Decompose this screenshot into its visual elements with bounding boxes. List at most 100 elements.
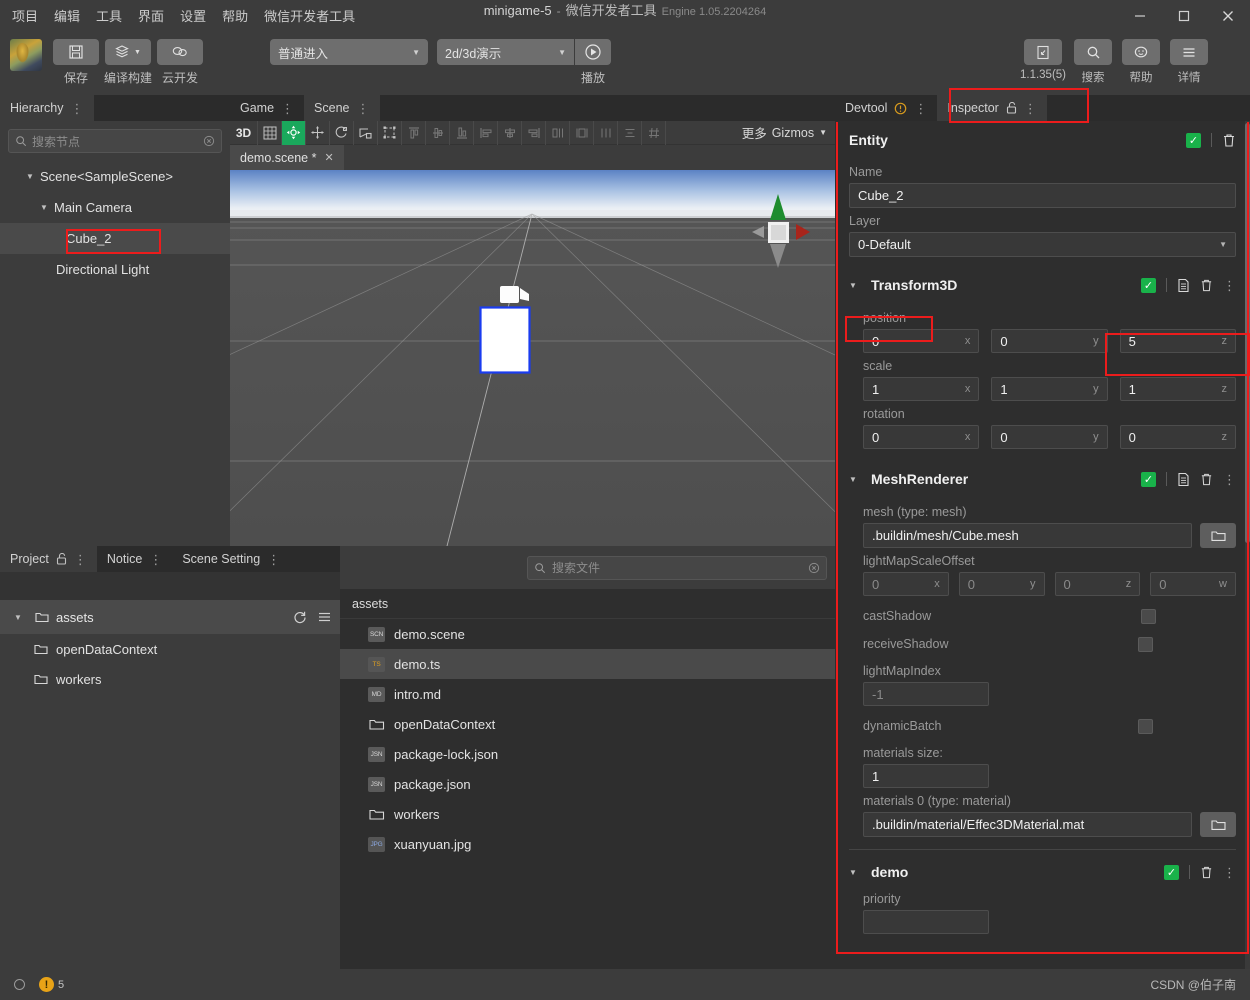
demo-enabled-checkbox[interactable]: ✓ xyxy=(1164,864,1179,880)
delete-icon[interactable] xyxy=(1200,472,1213,487)
file-row-demo-ts[interactable]: TS demo.ts xyxy=(340,649,835,679)
unlock-icon[interactable] xyxy=(56,553,67,565)
file-row-package-json[interactable]: JSN package.json xyxy=(340,769,835,799)
play-button[interactable] xyxy=(575,39,611,65)
align-left-icon[interactable] xyxy=(474,120,498,145)
grid-icon[interactable] xyxy=(258,120,282,145)
kebab-menu-icon[interactable]: ⋮ xyxy=(267,553,280,566)
inspector-body[interactable]: Entity ✓ Name Cube_2 Layer 0-Default ▼ ▼… xyxy=(835,121,1250,969)
chevron-down-icon[interactable]: ▼ xyxy=(849,281,859,290)
toggle-3d-button[interactable]: 3D xyxy=(230,120,258,145)
file-row-demo-scene[interactable]: SCN demo.scene xyxy=(340,619,835,649)
help-button[interactable] xyxy=(1122,39,1160,65)
tab-scene-setting[interactable]: Scene Setting ⋮ xyxy=(172,546,291,572)
tab-devtool[interactable]: Devtool ⋮ xyxy=(835,95,938,121)
materials-size-input[interactable]: 1 xyxy=(863,764,989,788)
file-row-opendatacontext[interactable]: openDataContext xyxy=(340,709,835,739)
chevron-down-icon[interactable]: ▼ xyxy=(849,868,859,877)
file-tab-demo-scene[interactable]: demo.scene * ✕ xyxy=(230,145,344,170)
kebab-menu-icon[interactable]: ⋮ xyxy=(1223,473,1236,486)
asset-row-workers[interactable]: workers xyxy=(0,664,340,694)
entity-layer-select[interactable]: 0-Default ▼ xyxy=(849,232,1236,257)
lightmap-z-input[interactable]: 0 z xyxy=(1054,572,1141,596)
mesh-browse-button[interactable] xyxy=(1200,523,1236,548)
scale-z-input[interactable]: 1 z xyxy=(1119,377,1236,401)
detail-button[interactable] xyxy=(1170,39,1208,65)
file-row-package-lock-json[interactable]: JSN package-lock.json xyxy=(340,739,835,769)
align-top-icon[interactable] xyxy=(402,120,426,145)
translate-icon[interactable] xyxy=(306,120,330,145)
tab-scene[interactable]: Scene ⋮ xyxy=(304,95,380,121)
copy-icon[interactable] xyxy=(1177,278,1190,293)
menu-item-interface[interactable]: 界面 xyxy=(138,6,164,25)
file-row-xuanyuan-jpg[interactable]: JPG xuanyuan.jpg xyxy=(340,829,835,859)
maximize-icon[interactable] xyxy=(1162,0,1206,31)
close-icon[interactable]: ✕ xyxy=(324,151,333,164)
menu-item-help[interactable]: 帮助 xyxy=(222,6,248,25)
preview-select[interactable]: 2d/3d演示 ▼ xyxy=(437,39,574,65)
menu-item-edit[interactable]: 编辑 xyxy=(54,6,80,25)
distribute-vertical-icon[interactable] xyxy=(618,120,642,145)
refresh-icon[interactable] xyxy=(293,610,307,624)
kebab-menu-icon[interactable]: ⋮ xyxy=(1223,279,1236,292)
file-row-workers[interactable]: workers xyxy=(340,799,835,829)
distribute-left-icon[interactable] xyxy=(546,120,570,145)
distribute-center-icon[interactable] xyxy=(570,120,594,145)
kebab-menu-icon[interactable]: ⋮ xyxy=(281,102,294,115)
menu-item-project[interactable]: 项目 xyxy=(12,6,38,25)
tree-node-directional-light[interactable]: Directional Light xyxy=(0,254,230,285)
kebab-menu-icon[interactable]: ⋮ xyxy=(1024,102,1037,115)
scale-icon[interactable] xyxy=(354,120,378,145)
menu-item-tools[interactable]: 工具 xyxy=(96,6,122,25)
receive-shadow-checkbox[interactable] xyxy=(1138,636,1154,652)
position-x-input[interactable]: 0 x xyxy=(863,329,980,353)
build-button[interactable]: ▼ xyxy=(105,39,151,65)
materials0-path-input[interactable]: .buildin/material/Effec3DMaterial.mat xyxy=(863,812,1192,837)
align-right-icon[interactable] xyxy=(522,120,546,145)
mode-select[interactable]: 普通进入 ▼ xyxy=(270,39,428,65)
asset-tree-root[interactable]: ▼ assets xyxy=(0,600,340,634)
dynamic-batch-checkbox[interactable] xyxy=(1137,718,1153,734)
cast-shadow-checkbox[interactable] xyxy=(1141,608,1157,624)
minimize-icon[interactable] xyxy=(1118,0,1162,31)
entity-name-input[interactable]: Cube_2 xyxy=(849,183,1236,208)
lightmap-w-input[interactable]: 0 w xyxy=(1150,572,1236,596)
version-button[interactable] xyxy=(1024,39,1062,65)
clear-icon[interactable] xyxy=(808,562,820,574)
tree-node-scene[interactable]: ▼ Scene<SampleScene> xyxy=(0,161,230,192)
materials0-browse-button[interactable] xyxy=(1200,812,1236,837)
rotation-y-input[interactable]: 0 y xyxy=(991,425,1108,449)
file-row-intro-md[interactable]: MD intro.md xyxy=(340,679,835,709)
copy-icon[interactable] xyxy=(1177,472,1190,487)
align-vertical-center-icon[interactable] xyxy=(426,120,450,145)
tab-game[interactable]: Game ⋮ xyxy=(230,95,305,121)
chevron-down-icon[interactable]: ▼ xyxy=(40,203,50,212)
chevron-down-icon[interactable]: ▼ xyxy=(26,172,36,181)
align-horizontal-center-icon[interactable] xyxy=(498,120,522,145)
scale-x-input[interactable]: 1 x xyxy=(863,377,980,401)
kebab-menu-icon[interactable]: ⋮ xyxy=(357,102,370,115)
kebab-menu-icon[interactable]: ⋮ xyxy=(74,553,87,566)
tab-hierarchy[interactable]: Hierarchy ⋮ xyxy=(0,95,94,121)
close-icon[interactable] xyxy=(1206,0,1250,31)
chevron-down-icon[interactable]: ▼ xyxy=(14,613,24,622)
search-button[interactable] xyxy=(1074,39,1112,65)
move-gizmo-icon[interactable] xyxy=(282,120,306,145)
align-bottom-icon[interactable] xyxy=(450,120,474,145)
hamburger-icon[interactable] xyxy=(317,610,332,624)
inspector-scrollbar-track[interactable] xyxy=(1245,121,1250,969)
distribute-horizontal-icon[interactable] xyxy=(594,120,618,145)
kebab-menu-icon[interactable]: ⋮ xyxy=(71,102,84,115)
lightmap-index-input[interactable]: -1 xyxy=(863,682,989,706)
scale-y-input[interactable]: 1 y xyxy=(991,377,1108,401)
rect-transform-icon[interactable] xyxy=(378,120,402,145)
file-search-input[interactable]: 搜索文件 xyxy=(527,555,827,580)
lightmap-y-input[interactable]: 0 y xyxy=(958,572,1045,596)
cloud-button[interactable] xyxy=(157,39,203,65)
tree-node-main-camera[interactable]: ▼ Main Camera xyxy=(0,192,230,223)
position-z-input[interactable]: 5 z xyxy=(1119,329,1236,353)
priority-input[interactable] xyxy=(863,910,989,934)
delete-icon[interactable] xyxy=(1200,865,1213,880)
tab-inspector[interactable]: Inspector ⋮ xyxy=(937,95,1047,121)
mesh-path-input[interactable]: .buildin/mesh/Cube.mesh xyxy=(863,523,1192,548)
